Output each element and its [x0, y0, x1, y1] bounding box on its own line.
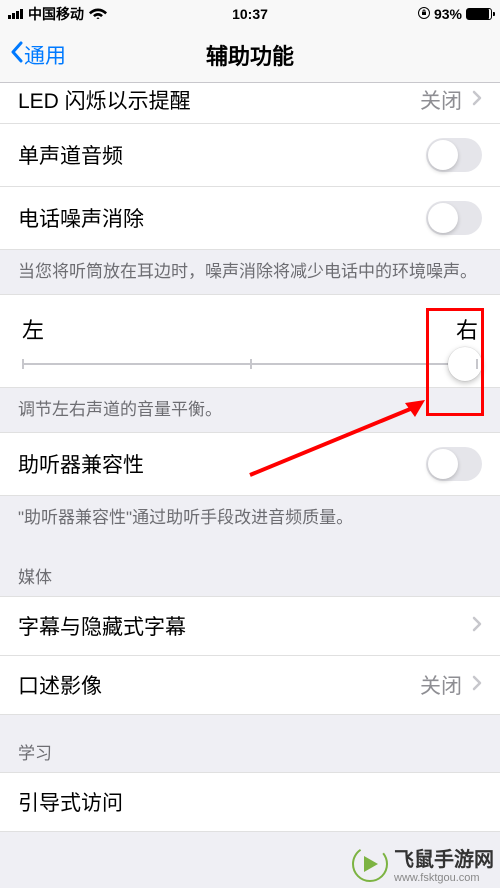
- chevron-right-icon: [472, 614, 482, 638]
- hearing-aid-row: 助听器兼容性: [0, 432, 500, 496]
- battery-icon: [466, 8, 492, 20]
- carrier-label: 中国移动: [28, 4, 84, 24]
- watermark-title: 飞鼠手游网: [394, 849, 494, 871]
- guided-access-row[interactable]: 引导式访问: [0, 772, 500, 832]
- status-time: 10:37: [232, 6, 268, 22]
- noise-cancel-toggle[interactable]: [426, 201, 482, 235]
- navigation-bar: 通用 辅助功能: [0, 28, 500, 83]
- slider-thumb[interactable]: [448, 347, 482, 381]
- status-left: 中国移动: [8, 4, 107, 24]
- led-flash-value: 关闭: [420, 85, 462, 115]
- chevron-right-icon: [472, 88, 482, 112]
- chevron-right-icon: [472, 673, 482, 697]
- led-flash-label: LED 闪烁以示提醒: [18, 85, 191, 115]
- wifi-icon: [89, 6, 107, 23]
- led-flash-row[interactable]: LED 闪烁以示提醒 关闭: [0, 83, 500, 124]
- media-header: 媒体: [0, 539, 500, 596]
- noise-cancel-row: 电话噪声消除: [0, 187, 500, 250]
- content: LED 闪烁以示提醒 关闭 单声道音频 电话噪声消除 当您将听筒放在耳边时，噪声…: [0, 83, 500, 888]
- mono-audio-toggle[interactable]: [426, 138, 482, 172]
- balance-slider[interactable]: [22, 363, 478, 365]
- balance-section: 左 右: [0, 294, 500, 388]
- subtitles-row[interactable]: 字幕与隐藏式字幕: [0, 596, 500, 656]
- mono-audio-label: 单声道音频: [18, 140, 123, 170]
- balance-left-label: 左: [22, 313, 44, 345]
- balance-right-label: 右: [456, 313, 478, 345]
- page-title: 辅助功能: [206, 39, 294, 71]
- watermark: 飞鼠手游网 www.fsktgou.com: [352, 843, 494, 884]
- chevron-left-icon: [10, 41, 24, 69]
- balance-footer: 调节左右声道的音量平衡。: [0, 388, 500, 432]
- subtitles-label: 字幕与隐藏式字幕: [18, 611, 186, 641]
- back-button[interactable]: 通用: [10, 40, 66, 70]
- hearing-aid-label: 助听器兼容性: [18, 449, 144, 479]
- hearing-aid-toggle[interactable]: [426, 447, 482, 481]
- battery-percent: 93%: [434, 6, 462, 22]
- noise-cancel-label: 电话噪声消除: [18, 203, 144, 233]
- watermark-logo-icon: [352, 846, 388, 882]
- back-label: 通用: [24, 40, 66, 70]
- lock-icon: [418, 6, 430, 22]
- noise-cancel-footer: 当您将听筒放在耳边时，噪声消除将减少电话中的环境噪声。: [0, 250, 500, 294]
- hearing-aid-footer: "助听器兼容性"通过助听手段改进音频质量。: [0, 496, 500, 540]
- watermark-url: www.fsktgou.com: [394, 872, 494, 884]
- status-right: 93%: [418, 6, 492, 22]
- audio-desc-row[interactable]: 口述影像 关闭: [0, 656, 500, 715]
- status-bar: 中国移动 10:37 93%: [0, 0, 500, 28]
- audio-desc-value: 关闭: [420, 670, 462, 700]
- learning-header: 学习: [0, 715, 500, 772]
- audio-desc-label: 口述影像: [18, 670, 102, 700]
- signal-icon: [8, 9, 23, 19]
- guided-access-label: 引导式访问: [18, 787, 123, 817]
- mono-audio-row: 单声道音频: [0, 124, 500, 187]
